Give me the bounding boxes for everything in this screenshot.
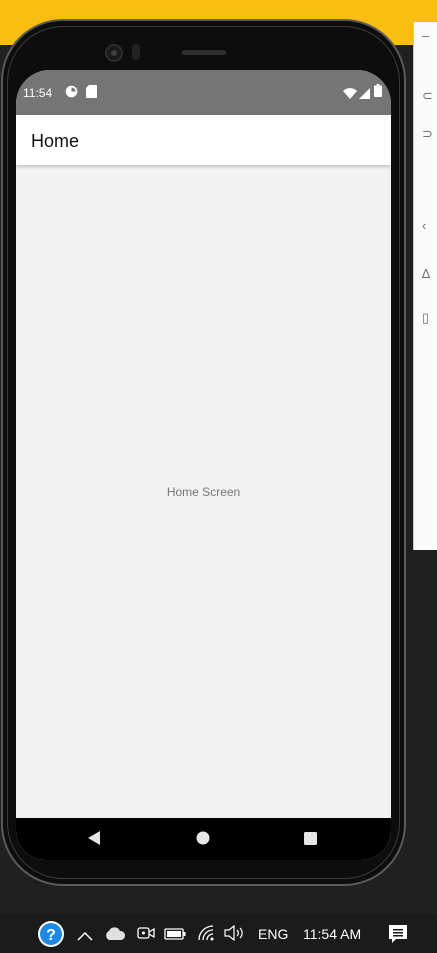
home-screen-label: Home Screen (166, 485, 241, 499)
cloud-icon[interactable] (104, 927, 126, 945)
earpiece-speaker (182, 50, 226, 55)
app-bar: Home (16, 115, 391, 165)
panel-dash-icon: – (422, 28, 430, 43)
page-title: Home (31, 131, 80, 151)
panel-icon-5: ▯ (422, 310, 430, 325)
language-indicator[interactable]: ENG (258, 926, 288, 942)
svg-text:?: ? (46, 927, 56, 944)
camera-sensor (132, 44, 140, 60)
network-icon[interactable] (197, 924, 215, 947)
side-window-panel: – ⊂ ⊃ ‹ ∆ ▯ (413, 22, 437, 550)
taskbar-clock[interactable]: 11:54 AM (303, 926, 361, 942)
meet-now-icon[interactable] (137, 925, 155, 946)
sd-card-icon (86, 85, 97, 103)
help-icon[interactable]: ? (37, 920, 65, 953)
chevron-up-icon[interactable] (77, 928, 93, 946)
back-icon[interactable] (87, 830, 101, 851)
status-time: 11:54 (23, 86, 53, 100)
panel-icon-3: ‹ (422, 218, 427, 233)
windows-taskbar: ? ENG 11:54 AM (0, 913, 437, 953)
status-bar: 11:54 (16, 70, 391, 115)
battery-icon (374, 84, 382, 102)
phone-screen: 11:54 Home Home Screen (16, 70, 391, 860)
panel-icon-2: ⊃ (422, 126, 433, 141)
cell-signal-icon (359, 86, 370, 104)
navigation-bar (16, 818, 391, 860)
data-saver-icon (65, 85, 78, 103)
home-icon[interactable] (196, 831, 210, 850)
volume-icon[interactable] (224, 924, 246, 946)
notification-icon[interactable] (388, 924, 408, 949)
panel-icon-1: ⊂ (422, 88, 433, 103)
front-camera (105, 44, 123, 62)
recents-icon[interactable] (304, 832, 317, 850)
taskbar-battery-icon[interactable] (164, 927, 186, 945)
panel-icon-4: ∆ (422, 266, 430, 281)
wifi-icon (343, 86, 357, 104)
